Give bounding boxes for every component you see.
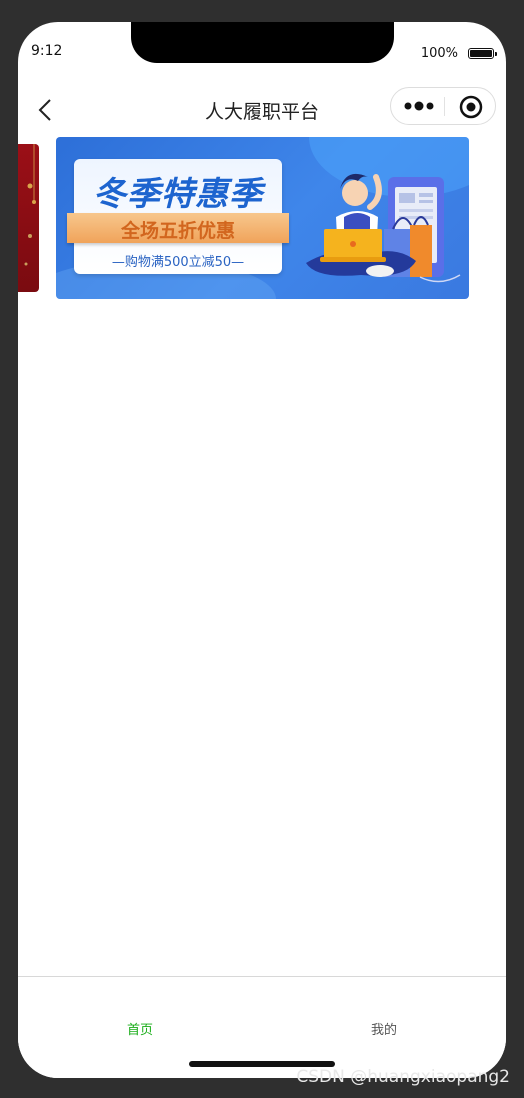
miniprogram-capsule [390,87,496,125]
promo-banner[interactable]: 冬季特惠季 全场五折优惠 —购物满500立减50— [56,137,469,299]
watermark: CSDN @huangxiaopang2 [296,1067,510,1087]
capsule-divider [444,97,445,116]
tab-mine[interactable]: 我的 [324,1019,444,1038]
ornament-icon [24,144,36,266]
status-time: 9:12 [31,43,63,59]
phone-screen: 9:12 100% 人大履职平台 冬季特惠季 全场五折优惠 —购物满500立减5… [18,22,506,1078]
navigation-bar: 人大履职平台 [18,82,506,138]
close-miniprogram-icon[interactable] [459,95,483,119]
promo-subtitle: 全场五折优惠 [120,220,235,242]
more-icon[interactable] [403,98,435,114]
battery-percent: 100% [420,46,458,61]
banner-carousel[interactable]: 冬季特惠季 全场五折优惠 —购物满500立减50— [18,137,506,302]
notch [131,22,394,63]
tab-home[interactable]: 首页 [80,1019,200,1038]
battery-icon [468,48,497,59]
promo-note: —购物满500立减50— [111,255,245,270]
promo-title: 冬季特惠季 [93,174,263,213]
previous-slide[interactable] [18,144,39,292]
shopper-illustration [306,173,461,283]
promo-card: 冬季特惠季 全场五折优惠 —购物满500立减50— [67,159,289,274]
promo-ribbon: 全场五折优惠 [67,213,289,243]
